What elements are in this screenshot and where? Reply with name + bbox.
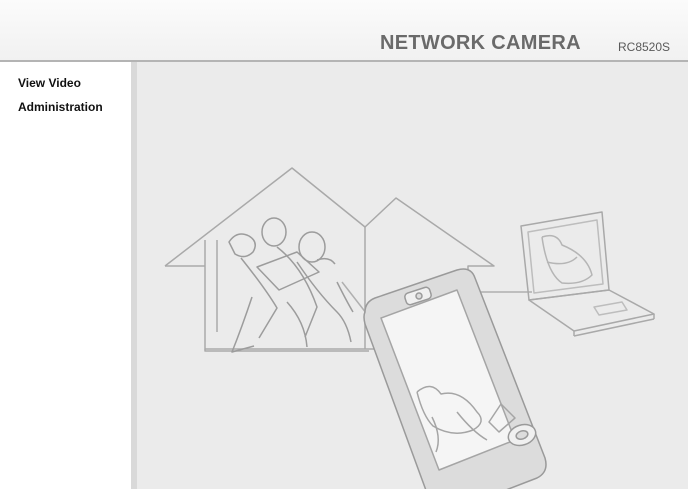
sidebar-item-view-video[interactable]: View Video [18,76,81,90]
sidebar-item-administration[interactable]: Administration [18,100,103,114]
laptop-icon [520,211,655,337]
network-camera-illustration [164,167,655,489]
brand-title: NETWORK CAMERA [380,32,581,54]
smartphone-icon [363,268,547,489]
top-header: NETWORK CAMERA RC8520S [0,0,688,62]
family-figures-icon [228,217,354,353]
sidebar [0,62,131,489]
model-number: RC8520S [618,40,671,54]
main-content [137,62,688,489]
